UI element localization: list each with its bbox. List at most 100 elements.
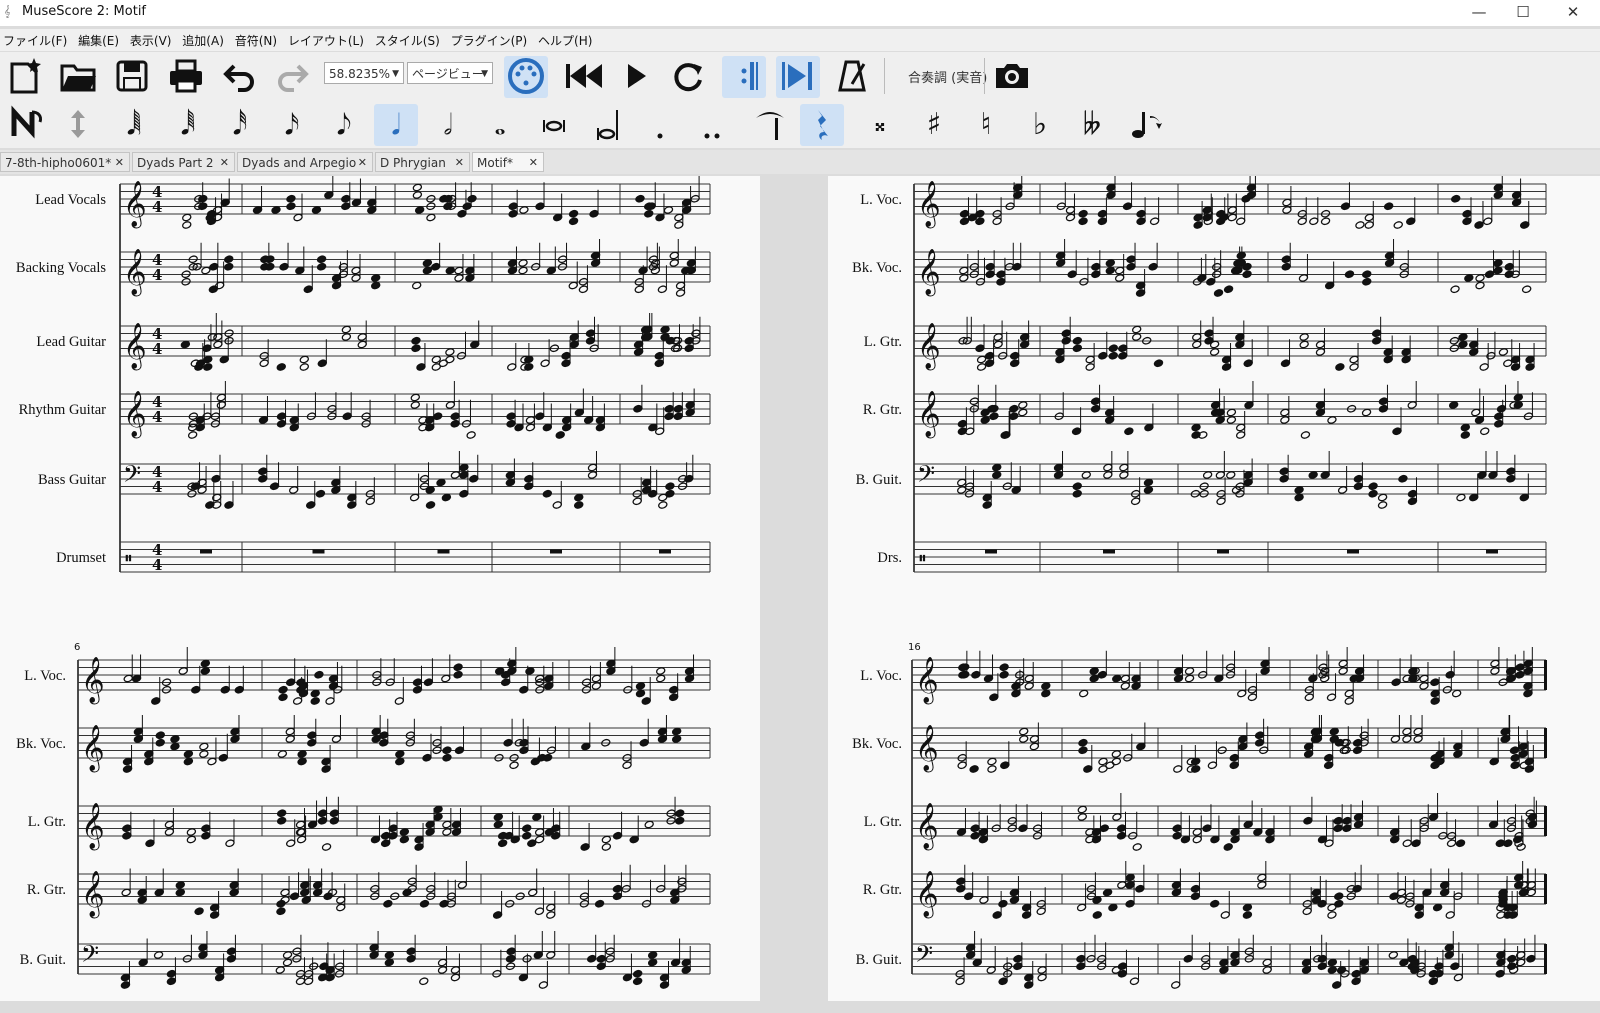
midi-input-icon[interactable]: [504, 56, 548, 98]
treble-clef: 𝄞: [915, 803, 939, 851]
note-input-mode-icon[interactable]: [4, 104, 48, 146]
concert-pitch-button[interactable]: 合奏調 (実音): [908, 67, 987, 86]
flat-icon[interactable]: ♭: [1018, 104, 1062, 146]
redo-icon[interactable]: [270, 56, 314, 98]
measure-notehead: [1520, 221, 1530, 229]
measure-notehead: [1327, 966, 1338, 974]
new-score-icon[interactable]: [2, 56, 46, 98]
sharp-icon[interactable]: ♯: [912, 104, 956, 146]
measure-notehead: [979, 896, 989, 904]
close-button[interactable]: ✕: [1550, 0, 1596, 26]
measure-notehead: [1009, 896, 1020, 904]
note-breve-icon[interactable]: [532, 104, 576, 146]
score-page-1-notation[interactable]: Lead Vocals 𝄞 4 4 Backing Vocals 𝄞 4 4 Lead Guit…: [0, 171, 760, 1006]
menu-style[interactable]: スタイル(S): [372, 29, 444, 49]
play-icon[interactable]: [614, 56, 658, 98]
score-page-2[interactable]: L. Voc. 𝄞 Bk. Voc. 𝄞 L. Gtr. 𝄞 R. Gtr. 𝄞 B. Guit…: [828, 171, 1600, 1006]
double-dot-icon[interactable]: [690, 104, 734, 146]
close-tab-icon[interactable]: ✕: [358, 153, 367, 173]
menu-notes[interactable]: 音符(N): [232, 29, 281, 49]
measure-notehead: [585, 336, 596, 345]
loop-icon[interactable]: [666, 56, 710, 98]
measure-notehead: [1280, 408, 1290, 417]
note-64th-icon[interactable]: 𝅘𝅥𝅱: [166, 104, 210, 146]
measure-notehead: [1173, 765, 1183, 773]
close-tab-icon[interactable]: ✕: [115, 153, 124, 173]
measure-notehead: [561, 423, 572, 432]
tie-icon[interactable]: [748, 104, 792, 146]
menu-add[interactable]: 追加(A): [179, 29, 228, 49]
measure-notehead: [1011, 486, 1021, 494]
tab-score-3[interactable]: Dyads and Arpegio ✕: [237, 152, 373, 172]
pan-score-icon[interactable]: [776, 56, 820, 98]
rest-icon[interactable]: [800, 104, 844, 146]
menu-plugins[interactable]: プラグイン(P): [448, 29, 532, 49]
view-mode-select[interactable]: ページビュー ▼: [407, 62, 493, 84]
measure-notehead: [999, 663, 1009, 672]
measure-notehead: [987, 757, 997, 766]
measure-notehead: [505, 478, 516, 487]
measure-notehead: [1279, 467, 1289, 476]
zoom-select[interactable]: 58.8235% ▼: [324, 62, 404, 84]
note-eighth-icon[interactable]: 𝅘𝅥𝅮: [322, 104, 366, 146]
measure-notehead: [674, 221, 684, 229]
score-page-1[interactable]: Lead Vocals 𝄞 4 4 Backing Vocals 𝄞 4 4 Lead Guit…: [0, 171, 760, 1006]
note-16th-icon[interactable]: 𝅘𝅥𝅯: [270, 104, 314, 146]
menu-layout[interactable]: レイアウト(L): [285, 29, 368, 49]
score-page-2-notation[interactable]: L. Voc. 𝄞 Bk. Voc. 𝄞 L. Gtr. 𝄞 R. Gtr. 𝄞 B. Guit…: [828, 171, 1600, 1006]
measure-notehead: [341, 194, 351, 203]
measure-notehead: [453, 670, 463, 679]
measure-notehead: [1299, 340, 1309, 349]
note-128th-icon[interactable]: 𝅘𝅥𝅲: [112, 104, 156, 146]
print-icon[interactable]: [164, 56, 208, 98]
note-32nd-icon[interactable]: 𝅘𝅥𝅰: [218, 104, 262, 146]
bass-clef: 𝄢: [917, 460, 935, 493]
note-longa-icon[interactable]: [586, 104, 630, 146]
close-tab-icon[interactable]: ✕: [529, 153, 538, 173]
maximize-button[interactable]: ☐: [1500, 0, 1546, 26]
measure-notehead: [1301, 958, 1312, 967]
measure-notehead: [425, 828, 435, 836]
measure-notehead: [1444, 951, 1454, 959]
undo-icon[interactable]: [218, 56, 262, 98]
note-whole-icon[interactable]: 𝅝: [478, 104, 522, 146]
tab-score-5[interactable]: Motif* ✕: [472, 152, 544, 172]
tab-score-4[interactable]: D Phrygian ✕: [375, 152, 470, 172]
menu-view[interactable]: 表示(V): [127, 29, 176, 49]
menu-file[interactable]: ファイル(F): [0, 29, 71, 49]
menu-edit[interactable]: 編集(E): [75, 29, 123, 49]
measure-notehead: [1435, 750, 1445, 758]
measure-notehead: [1490, 667, 1500, 675]
measure-notehead: [1327, 958, 1338, 967]
measure-notehead: [518, 266, 528, 275]
measure-notehead: [1262, 958, 1272, 967]
measure-notehead: [612, 884, 623, 893]
close-tab-icon[interactable]: ✕: [455, 153, 464, 173]
close-tab-icon[interactable]: ✕: [220, 153, 229, 173]
measure-notehead: [342, 412, 352, 421]
note-quarter-icon[interactable]: 𝅘𝅥: [374, 104, 418, 146]
rewind-icon[interactable]: [562, 56, 606, 98]
measure-notehead: [1338, 659, 1348, 668]
repeat-playback-icon[interactable]: [722, 56, 766, 98]
flip-direction-icon[interactable]: [1124, 104, 1168, 146]
metronome-icon[interactable]: [830, 56, 874, 98]
minimize-button[interactable]: —: [1456, 0, 1502, 26]
measure-notehead: [1302, 907, 1312, 916]
double-sharp-icon[interactable]: 𝄪: [858, 104, 902, 146]
open-folder-icon[interactable]: [56, 56, 100, 98]
double-flat-icon[interactable]: 𝄫: [1070, 104, 1114, 146]
natural-icon[interactable]: ♮: [964, 104, 1008, 146]
measure-notehead: [514, 423, 524, 432]
note-half-icon[interactable]: 𝅗𝅥: [426, 104, 470, 146]
measure-notehead: [1315, 408, 1326, 417]
camera-icon[interactable]: [990, 56, 1034, 98]
measure-notehead: [1132, 843, 1142, 851]
tab-score-1[interactable]: 7-8th-hipho0601* ✕: [0, 152, 130, 172]
tab-score-2[interactable]: Dyads Part 2 ✕: [132, 152, 235, 172]
augmentation-dot-icon[interactable]: [638, 104, 682, 146]
measure-notehead: [1091, 270, 1101, 279]
menu-help[interactable]: ヘルプ(H): [535, 29, 596, 49]
toggle-voice-icon[interactable]: [56, 104, 100, 146]
save-icon[interactable]: [110, 56, 154, 98]
